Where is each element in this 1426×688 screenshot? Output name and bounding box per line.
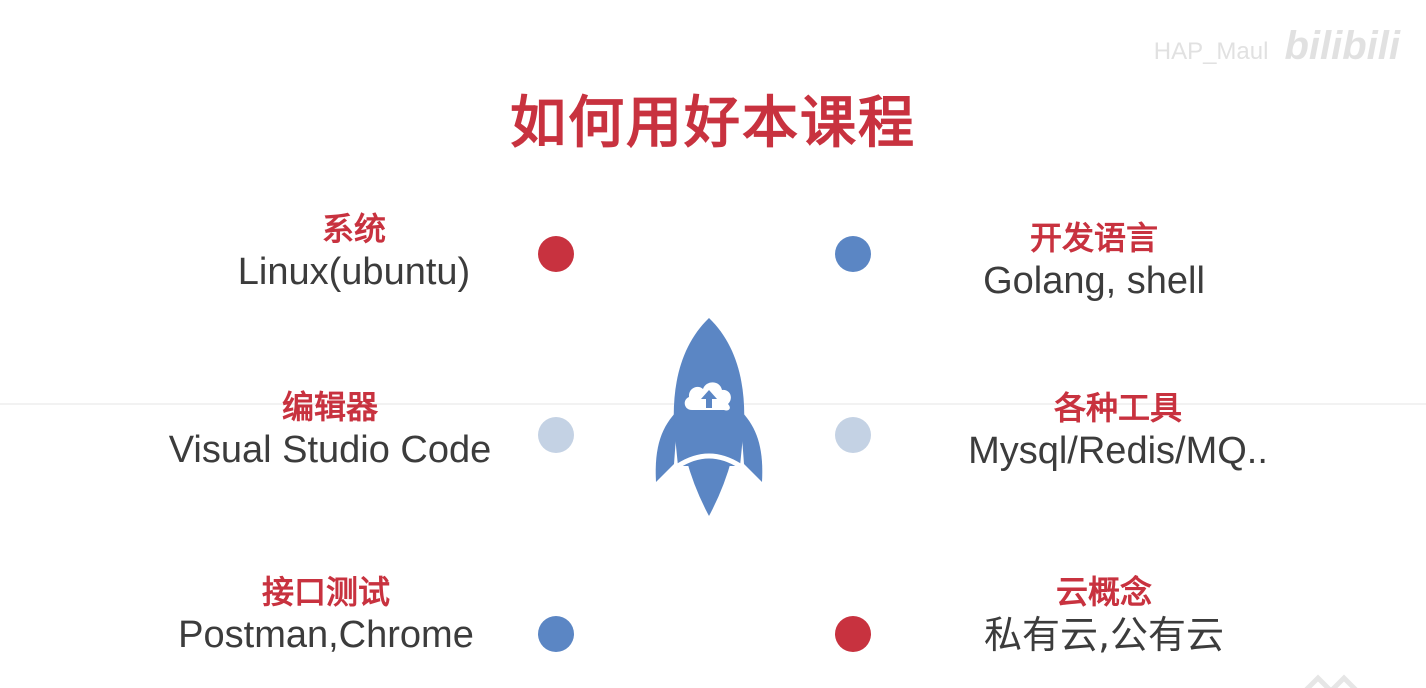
item-detail: Mysql/Redis/MQ.. [968, 430, 1268, 472]
item-detail: 私有云,公有云 [983, 613, 1225, 657]
dot-red [538, 236, 574, 272]
slide-title: 如何用好本课程 [510, 91, 916, 156]
item-heading: 接口测试 [261, 573, 390, 611]
dot-red [835, 616, 871, 652]
dot-blue [835, 236, 871, 272]
item-cloud: 云概念 私有云,公有云 [874, 572, 1334, 658]
item-system: 系统 Linux(ubuntu) [124, 209, 584, 295]
item-detail: Postman,Chrome [178, 614, 474, 656]
rocket-cloud-upload-icon [655, 318, 763, 516]
item-api-testing: 接口测试 Postman,Chrome [96, 572, 556, 658]
item-heading: 系统 [321, 210, 386, 248]
item-dev-language: 开发语言 Golang, shell [864, 218, 1324, 304]
item-detail: Linux(ubuntu) [237, 251, 471, 293]
item-heading: 云概念 [1055, 573, 1152, 611]
item-detail: Visual Studio Code [168, 429, 492, 471]
item-heading: 各种工具 [1053, 389, 1182, 427]
item-tools: 各种工具 Mysql/Redis/MQ.. [888, 388, 1348, 474]
dot-blue [538, 616, 574, 652]
watermark: HAP_Maul bilibili [1154, 24, 1400, 69]
watermark-user: HAP_Maul [1153, 38, 1269, 65]
item-heading: 编辑器 [281, 388, 378, 426]
dot-light [538, 417, 574, 453]
dot-light [835, 417, 871, 453]
corner-decoration [1304, 674, 1358, 688]
item-detail: Golang, shell [983, 260, 1205, 302]
item-heading: 开发语言 [1029, 219, 1158, 257]
item-editor: 编辑器 Visual Studio Code [100, 387, 560, 473]
slide: HAP_Maul bilibili 如何用好本课程 系统 Linux(ubunt… [0, 0, 1426, 688]
bilibili-logo: bilibili [1284, 24, 1400, 68]
